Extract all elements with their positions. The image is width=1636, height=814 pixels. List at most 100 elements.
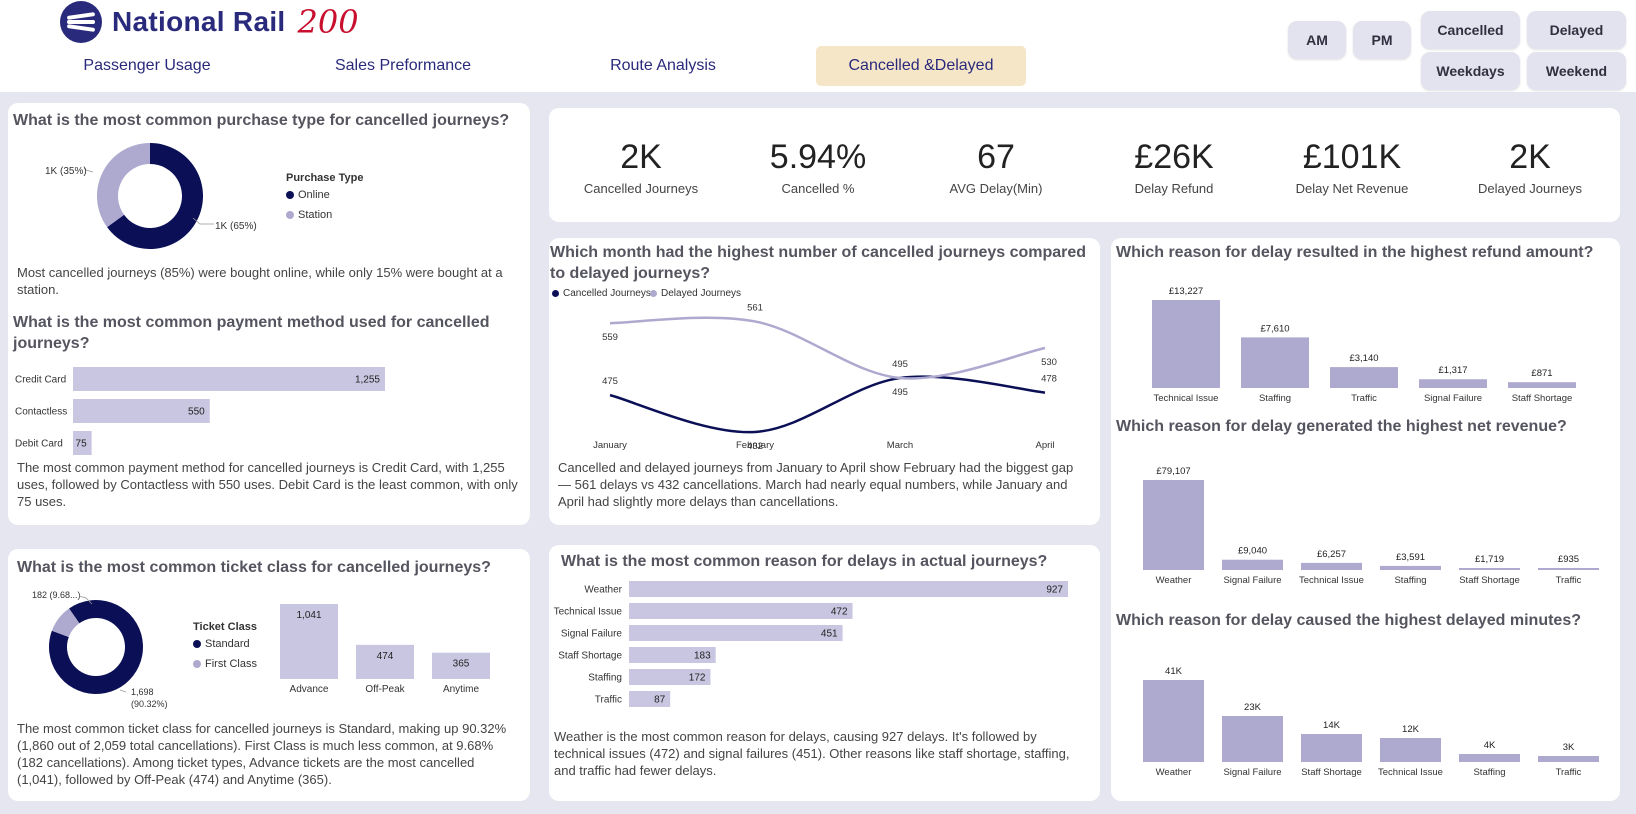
kpi-cancelled-journeys: 2K Cancelled Journeys [583,138,699,196]
legend-station: Station [286,209,332,221]
line-delayed-journeys[interactable] [609,316,1046,380]
bar-staffing[interactable] [1459,754,1520,762]
data-label-cancelled-journeys-march: 495 [892,359,908,370]
category-label-signal-failure: Signal Failure [1424,393,1482,404]
category-label-traffic: Traffic [1351,393,1377,404]
value-label-advance: 1,041 [296,610,321,621]
value-label-staffing: 4K [1484,740,1496,751]
value-label-staff-shortage: £1,719 [1475,554,1504,565]
bar-signal-failure[interactable] [1419,379,1487,388]
pm-slicer-button[interactable]: PM [1353,21,1411,59]
category-label-staffing: Staffing [1394,575,1426,586]
revenue-question: Which reason for delay generated the hig… [1116,418,1567,435]
category-label-signal-failure: Signal Failure [561,629,623,640]
ticket-insight-text: The most common ticket class for cancell… [17,721,507,787]
bar-traffic[interactable] [1538,568,1599,570]
bar-staffing[interactable] [1380,565,1441,570]
value-label-technical-issue: £13,227 [1169,286,1203,297]
purchase-insight-text: Most cancelled journeys (85%) were bough… [17,265,503,297]
bar-traffic[interactable] [1538,756,1599,762]
category-label-signal-failure: Signal Failure [1223,767,1281,778]
value-label-traffic: £3,140 [1349,353,1378,364]
value-label-signal-failure: 23K [1244,702,1262,713]
line-cancelled-journeys[interactable] [609,375,1046,434]
bar-weather[interactable] [1143,680,1204,762]
bar-staff-shortage[interactable] [1301,734,1362,762]
first-class-dot-icon [193,660,201,668]
value-label-staff-shortage: 14K [1323,720,1341,731]
bar-signal-failure[interactable] [1222,716,1283,762]
category-label-anytime: Anytime [443,684,480,695]
kpi-delayed-journeys: 2K Delayed Journeys [1477,138,1583,196]
bar-technical-issue[interactable] [1380,738,1441,762]
minutes-bar-chart: 41K Weather 23K Signal Failure 14K Staff Shor… [1143,666,1599,778]
reasons-bar-chart: Weather 927 Technical Issue 472 Signal Failu… [554,581,1068,707]
donut-slice-station[interactable] [97,143,150,228]
value-label-signal-failure: £1,317 [1438,365,1467,376]
category-label-technical-issue: Technical Issue [1378,767,1443,778]
leader-line-standard [119,689,127,693]
tab-cancelled-delayed[interactable]: Cancelled &Delayed [816,46,1026,86]
bar-staff-shortage[interactable] [1508,382,1576,388]
legend-delayed-journeys: Delayed Journeys [650,288,741,299]
delayed-dot-icon [650,290,657,297]
station-dot-icon [286,211,294,219]
minutes-question: Which reason for delay caused the highes… [1116,612,1581,629]
bar-credit-card[interactable] [73,367,385,391]
bar-signal-failure[interactable] [1222,559,1283,570]
ticket-first-label: 182 (9.68...) [32,590,81,600]
purchase-legend-title: Purchase Type [286,172,364,184]
weekdays-slicer-button[interactable]: Weekdays [1421,52,1520,90]
payment-bar-chart: Credit Card 1,255 Contactless 550 Debit Card… [15,367,385,455]
ticket-legend-title: Ticket Class [193,621,258,633]
value-label-technical-issue: £6,257 [1317,549,1346,560]
x-tick-march: March [887,440,913,451]
brand-name: National Rail [112,6,286,37]
category-label-staffing: Staffing [588,673,622,684]
tab-route-analysis[interactable]: Route Analysis [578,46,748,86]
value-label-contactless: 550 [188,407,205,418]
value-label-weather: 41K [1165,666,1183,677]
ticket-type-bar-chart: 1,041 Advance 474 Off-Peak 365 Anytime [280,604,490,695]
weekend-slicer-button[interactable]: Weekend [1527,52,1626,90]
month-line-chart: January February March April475432495478559… [593,302,1057,452]
category-label-staff-shortage: Staff Shortage [558,651,622,662]
refund-bar-chart: £13,227 Technical Issue £7,610 Staffing £3,1… [1152,286,1576,404]
category-label-weather: Weather [1156,767,1192,778]
value-label-staffing: £3,591 [1396,552,1425,563]
bar-weather[interactable] [1143,480,1204,570]
bar-staff-shortage[interactable] [1459,568,1520,570]
category-label-technical-issue: Technical Issue [1299,575,1364,586]
delayed-slicer-button[interactable]: Delayed [1527,11,1626,49]
kpi-cancelled-pct: 5.94% Cancelled % [769,138,867,196]
value-label-signal-failure: 451 [821,629,838,640]
data-label-delayed-journeys-january: 559 [602,332,618,343]
bar-signal-failure[interactable] [629,625,843,641]
category-label-weather: Weather [1156,575,1192,586]
bar-traffic[interactable] [1330,367,1398,388]
value-label-anytime: 365 [453,659,470,670]
bar-staffing[interactable] [1241,337,1309,388]
kpi-avg-delay: 67 AVG Delay(Min) [949,138,1043,196]
online-dot-icon [286,191,294,199]
standard-dot-icon [193,640,201,648]
cancelled-slicer-button[interactable]: Cancelled [1421,11,1520,49]
legend-standard: Standard [193,638,250,650]
am-slicer-button[interactable]: AM [1288,21,1346,59]
kpi-delay-net-revenue: £101K Delay Net Revenue [1295,138,1409,196]
bar-technical-issue[interactable] [1152,300,1220,388]
data-label-delayed-journeys-february: 561 [747,302,763,313]
category-label-contactless: Contactless [15,407,67,418]
ticket-donut-chart: 182 (9.68...) 1,698 (90.32%) [32,590,168,709]
bar-technical-issue[interactable] [629,603,853,619]
value-label-technical-issue: 472 [831,607,848,618]
tab-sales-performance[interactable]: Sales Preformance [318,46,488,86]
tab-passenger-usage[interactable]: Passenger Usage [62,46,232,86]
value-label-staff-shortage: 183 [694,651,711,662]
value-label-staffing: £7,610 [1260,323,1289,334]
bar-weather[interactable] [629,581,1068,597]
data-label-cancelled-journeys-january: 475 [602,376,618,387]
revenue-bar-chart: £79,107 Weather £9,040 Signal Failure £6,257… [1143,466,1599,586]
brand-200-badge: 200 [297,3,359,41]
bar-technical-issue[interactable] [1301,562,1362,570]
